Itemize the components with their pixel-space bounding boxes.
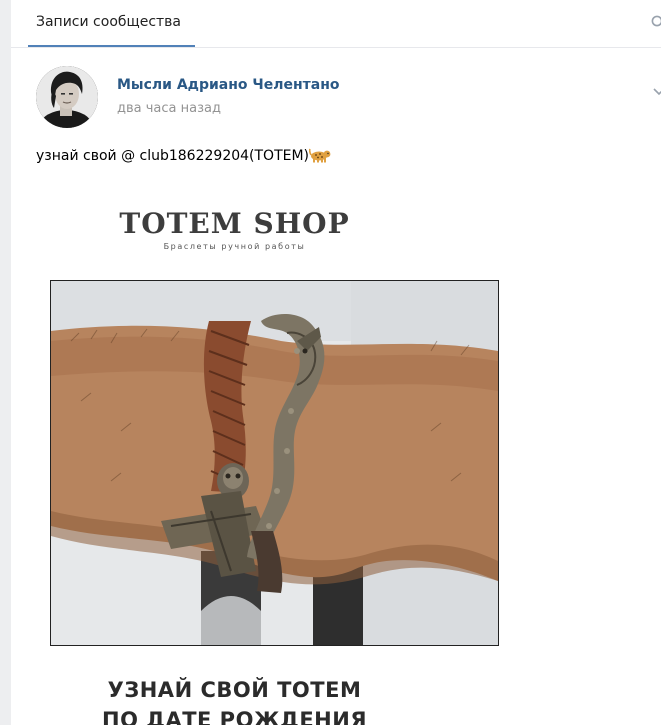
post-timestamp[interactable]: два часа назад [117, 101, 221, 116]
post-text: узнай свой @ club186229204(TOTEM) [36, 146, 331, 169]
post-author-name[interactable]: Мысли Адриано Челентано [117, 77, 340, 93]
post-image[interactable]: TOTEM SHOP Браслеты ручной работы УЗНАЙ … [36, 195, 533, 725]
tab-community-posts[interactable]: Записи сообщества [28, 0, 189, 47]
headline-line-2: ПО ДАТЕ РОЖДЕНИЯ [102, 708, 367, 725]
post-header: Мысли Адриано Челентано два часа назад [36, 66, 636, 132]
wall-card: Записи сообщества Мысли Адриано Челентан… [11, 0, 661, 725]
active-tab-indicator [28, 45, 195, 47]
bracelet-photo [50, 280, 499, 646]
post-text-content: узнай свой @ club186229204(TOTEM) [36, 148, 310, 164]
image-headline: УЗНАЙ СВОЙ ТОТЕМ ПО ДАТЕ РОЖДЕНИЯ [11, 675, 483, 725]
chevron-down-icon[interactable] [653, 82, 661, 96]
wall-tabs: Записи сообщества [11, 0, 661, 48]
headline-line-1: УЗНАЙ СВОЙ ТОТЕМ [107, 678, 362, 702]
leopard-emoji-icon [308, 147, 331, 169]
avatar[interactable] [36, 66, 98, 128]
shop-subtitle: Браслеты ручной работы [163, 242, 306, 251]
search-icon[interactable] [651, 14, 661, 28]
shop-title: TOTEM SHOP [119, 207, 350, 240]
